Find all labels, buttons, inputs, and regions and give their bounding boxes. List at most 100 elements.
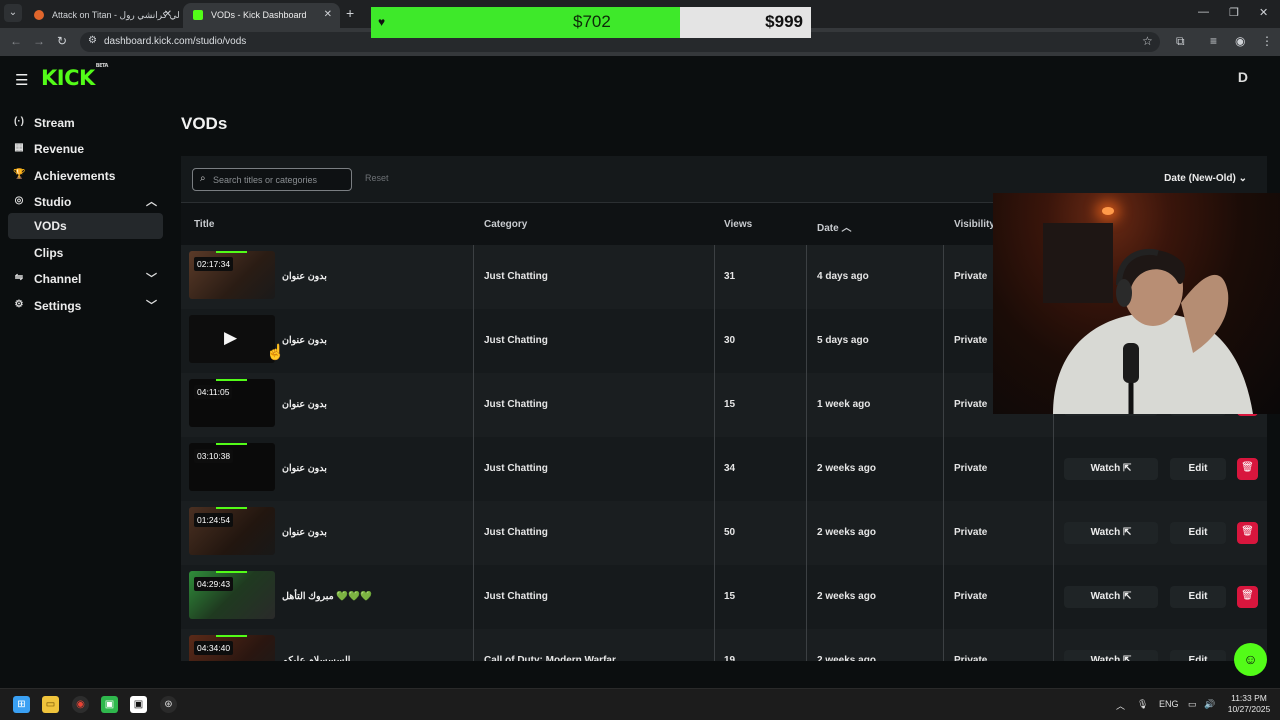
support-chat-button[interactable]: ☺	[1234, 643, 1267, 676]
column-divider	[806, 501, 807, 565]
watch-label: Watch	[1090, 527, 1121, 538]
edit-button[interactable]: Edit	[1170, 586, 1226, 608]
watch-button[interactable]: Watch ⇱	[1064, 650, 1158, 661]
chevron-down-icon: ⌄	[1238, 173, 1247, 184]
delete-button[interactable]: 🗑	[1237, 458, 1258, 480]
sidebar-item-studio[interactable]: ◎ Studio ︿	[8, 189, 163, 215]
vod-thumbnail[interactable]: ▶	[189, 315, 275, 363]
column-views[interactable]: Views	[724, 219, 752, 230]
delete-button[interactable]: 🗑	[1237, 586, 1258, 608]
app-icon-white[interactable]: ▣	[130, 696, 147, 713]
sidebar-item-achievements[interactable]: 🏆 Achievements	[8, 163, 163, 189]
vod-title[interactable]: بدون عنوان	[282, 463, 327, 474]
app-icon-green[interactable]: ▣	[101, 696, 118, 713]
back-icon[interactable]: ←	[10, 34, 22, 48]
vod-title[interactable]: بدون عنوان	[282, 271, 327, 282]
table-row[interactable]: 01:24:54 بدون عنوان Just Chatting 50 2 weeks…	[181, 501, 1267, 565]
edit-button[interactable]: Edit	[1170, 650, 1226, 661]
menu-icon[interactable]: ⋮	[1261, 34, 1273, 48]
network-icon[interactable]: ▭	[1188, 699, 1197, 710]
watch-button[interactable]: Watch ⇱	[1064, 458, 1158, 480]
hamburger-menu-icon[interactable]: ☰	[15, 71, 28, 89]
close-tab-icon[interactable]: ✕	[164, 9, 172, 20]
sidebar-item-stream[interactable]: (·) Stream	[8, 110, 163, 136]
site-info-icon[interactable]: ⚙	[88, 35, 97, 46]
delete-button[interactable]: 🗑	[1237, 522, 1258, 544]
watch-button[interactable]: Watch ⇱	[1064, 586, 1158, 608]
vod-thumbnail[interactable]: 04:11:05	[189, 379, 275, 427]
sidebar-item-vods[interactable]: VODs	[8, 213, 163, 239]
browser-tab-2[interactable]: VODs - Kick Dashboard ✕	[183, 3, 340, 28]
volume-icon[interactable]: 🔊	[1204, 699, 1215, 710]
search-input[interactable]	[213, 172, 348, 187]
sort-dropdown[interactable]: Date (New-Old) ⌄	[1164, 173, 1247, 184]
sidebar-item-label: Settings	[34, 299, 82, 313]
system-clock[interactable]: 11:33 PM 10/27/2025	[1224, 693, 1274, 715]
vod-thumbnail[interactable]: 03:10:38	[189, 443, 275, 491]
column-title[interactable]: Title	[194, 219, 214, 230]
microphone-icon[interactable]: 🎙	[1137, 699, 1148, 710]
column-visibility[interactable]: Visibility	[954, 219, 995, 230]
forward-icon[interactable]: →	[33, 34, 45, 48]
watch-progress-bar	[216, 251, 247, 253]
watch-progress-bar	[216, 379, 247, 381]
sidebar-item-revenue[interactable]: ▦ Revenue	[8, 136, 163, 162]
sidebar-item-settings[interactable]: ⚙ Settings ﹀	[8, 293, 163, 319]
close-tab-icon[interactable]: ✕	[324, 9, 332, 20]
kick-logo[interactable]: KICKBETA	[41, 63, 108, 90]
new-tab-button[interactable]: +	[346, 5, 354, 21]
close-window-icon[interactable]: ✕	[1259, 6, 1268, 19]
play-icon[interactable]: ▶	[224, 328, 237, 348]
extensions-icon[interactable]: ⧉	[1176, 34, 1185, 49]
vod-thumbnail[interactable]: 04:29:43	[189, 571, 275, 619]
minimize-icon[interactable]: —	[1198, 6, 1209, 18]
table-row[interactable]: 04:29:43 💚💚💚 مبروك التأهل Just Chatting 15 2…	[181, 565, 1267, 629]
app-icon-notification[interactable]: ⊛	[160, 696, 177, 713]
external-link-icon: ⇱	[1123, 655, 1132, 661]
vod-title[interactable]: 💚💚💚 مبروك التأهل	[282, 591, 372, 602]
vod-thumbnail[interactable]: 01:24:54	[189, 507, 275, 555]
file-explorer-icon[interactable]: ▭	[42, 696, 59, 713]
media-controls-icon[interactable]: ≡	[1210, 34, 1217, 48]
vod-views: 31	[724, 271, 736, 282]
table-row[interactable]: 03:10:38 بدون عنوان Just Chatting 34 2 weeks…	[181, 437, 1267, 501]
browser-tab-1[interactable]: Attack on Titan - لي كرانشي رول ✕	[24, 3, 180, 28]
user-avatar[interactable]: D	[1238, 69, 1248, 85]
reset-button[interactable]: Reset	[365, 173, 389, 183]
language-indicator[interactable]: ENG	[1159, 699, 1179, 709]
column-date[interactable]: Date ︿	[817, 219, 851, 234]
edit-button[interactable]: Edit	[1170, 458, 1226, 480]
vod-title[interactable]: بدون عنوان	[282, 399, 327, 410]
watch-button[interactable]: Watch ⇱	[1064, 522, 1158, 544]
sidebar-item-clips[interactable]: Clips	[8, 240, 163, 266]
external-link-icon: ⇱	[1123, 591, 1132, 602]
column-divider	[714, 629, 715, 661]
column-divider	[714, 373, 715, 437]
vod-thumbnail[interactable]: 02:17:34	[189, 251, 275, 299]
sidebar-item-channel[interactable]: ⇋ Channel ﹀	[8, 266, 163, 292]
vod-title[interactable]: بدون عنوان	[282, 527, 327, 538]
restore-icon[interactable]: ❐	[1229, 6, 1239, 19]
column-divider	[473, 565, 474, 629]
vod-title[interactable]: السسسلام عليكم	[282, 655, 350, 661]
external-link-icon: ⇱	[1123, 527, 1132, 538]
edit-button[interactable]: Edit	[1170, 522, 1226, 544]
chrome-icon[interactable]: ◉	[72, 696, 89, 713]
windows-start-icon[interactable]: ⊞	[13, 696, 30, 713]
bookmark-star-icon[interactable]: ☆	[1142, 34, 1153, 48]
crunchyroll-favicon-icon	[34, 10, 44, 20]
watch-label: Watch	[1090, 591, 1121, 602]
tab-title: Attack on Titan - لي كرانشي رول	[52, 10, 180, 20]
table-row[interactable]: 04:34:40 السسسلام عليكم Call of Duty: Mode…	[181, 629, 1267, 661]
tray-overflow-icon[interactable]: ︿	[1116, 699, 1125, 712]
goal-current-amount: $702	[573, 12, 611, 31]
profile-icon[interactable]: ◉	[1235, 34, 1245, 48]
tab-search-button[interactable]: ⌄	[4, 4, 22, 22]
sidebar-item-label: Studio	[34, 195, 72, 209]
reload-icon[interactable]: ↻	[57, 34, 67, 48]
kick-favicon-icon	[193, 10, 203, 20]
vod-title[interactable]: بدون عنوان	[282, 335, 327, 346]
column-category[interactable]: Category	[484, 219, 527, 230]
search-field[interactable]: ⌕	[192, 168, 352, 191]
vod-thumbnail[interactable]: 04:34:40	[189, 635, 275, 661]
